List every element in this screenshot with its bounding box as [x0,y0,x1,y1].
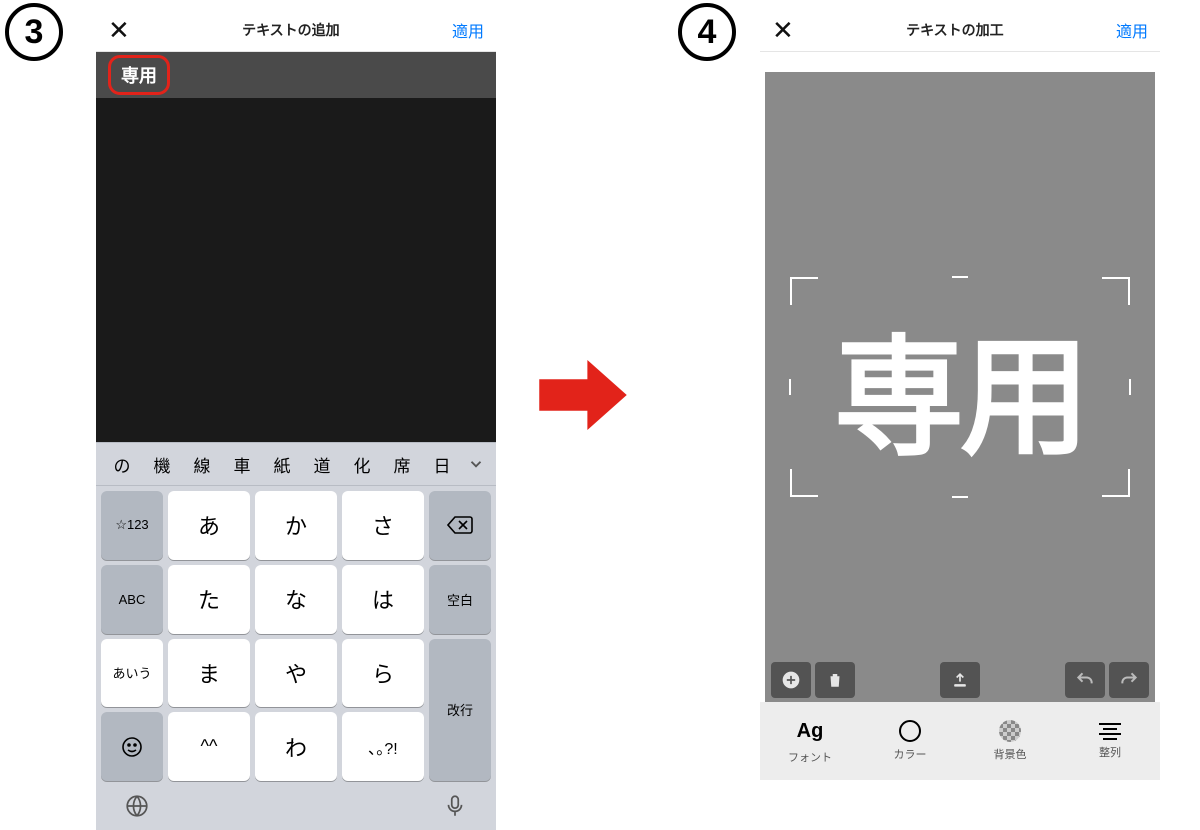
align-tab[interactable]: 整列 [1070,723,1150,760]
resize-handle-br[interactable] [1102,469,1130,497]
bgcolor-label: 背景色 [994,746,1027,762]
color-label: カラー [894,746,927,762]
page-title: テキストの加工 [906,20,1004,40]
text-style-canvas[interactable]: 専用 [765,72,1155,702]
step-badge-3: 3 [5,3,63,61]
kana-key[interactable]: ､｡?! [342,712,424,781]
key-kana-toggle[interactable]: あいう [101,639,163,708]
format-bar: Ag フォント カラー 背景色 整列 [760,702,1160,780]
globe-icon[interactable] [124,793,150,824]
canvas-text: 専用 [834,293,1086,481]
resize-handle-bottom[interactable] [952,496,968,498]
redo-button[interactable] [1109,662,1149,698]
kana-key[interactable]: か [255,491,337,560]
apply-button[interactable]: 適用 [1116,18,1148,42]
suggestion-item[interactable]: の [102,452,142,477]
page-title: テキストの追加 [242,20,340,40]
kana-key[interactable]: さ [342,491,424,560]
microphone-icon[interactable] [442,793,468,824]
kana-keyboard: ☆123 あ か さ ABC た な は 空白 あいう ま や ら 改行 ^^ … [96,486,496,786]
color-tab[interactable]: カラー [870,720,950,762]
resize-handle-bl[interactable] [790,469,818,497]
delete-button[interactable] [815,662,855,698]
checker-circle-icon [999,720,1021,742]
add-button[interactable] [771,662,811,698]
keyboard-suggestion-bar: の 機 線 車 紙 道 化 席 日 [96,442,496,486]
canvas-toolbar [765,658,1155,702]
suggestion-item[interactable]: 席 [382,452,422,477]
kana-key[interactable]: や [255,639,337,708]
resize-handle-right[interactable] [1129,379,1131,395]
enter-key[interactable]: 改行 [429,639,491,782]
kana-key[interactable]: わ [255,712,337,781]
selection-frame[interactable]: 専用 [790,277,1130,497]
topbar: ✕ テキストの加工 適用 [760,8,1160,52]
kana-key[interactable]: ま [168,639,250,708]
font-tab[interactable]: Ag フォント [770,717,850,765]
kana-key[interactable]: あ [168,491,250,560]
keyboard-up-button[interactable] [940,662,980,698]
keyboard-bottom-bar [96,786,496,830]
close-icon[interactable]: ✕ [108,17,130,43]
suggestion-item[interactable]: 車 [222,452,262,477]
kana-key[interactable]: ^^ [168,712,250,781]
suggestion-item[interactable]: 道 [302,452,342,477]
space-key[interactable]: 空白 [429,565,491,634]
text-input-strip[interactable]: 専用 [96,52,496,98]
resize-handle-top[interactable] [952,276,968,278]
close-icon[interactable]: ✕ [772,17,794,43]
next-arrow-icon [538,360,628,430]
circle-outline-icon [899,720,921,742]
step-badge-4: 4 [678,3,736,61]
topbar: ✕ テキストの追加 適用 [96,8,496,52]
backspace-key[interactable] [429,491,491,560]
entered-text-highlight: 専用 [108,55,170,95]
kana-key[interactable]: は [342,565,424,634]
suggestion-item[interactable]: 機 [142,452,182,477]
phone-screen-step3: ✕ テキストの追加 適用 専用 の 機 線 車 紙 道 化 席 日 ☆123 あ… [96,8,496,788]
resize-handle-tl[interactable] [790,277,818,305]
text-canvas[interactable]: 専用 [96,52,496,442]
apply-button[interactable]: 適用 [452,18,484,42]
suggestion-item[interactable]: 日 [422,452,462,477]
resize-handle-tr[interactable] [1102,277,1130,305]
emoji-key[interactable] [101,712,163,781]
bgcolor-tab[interactable]: 背景色 [970,720,1050,762]
align-label: 整列 [1099,744,1121,760]
key-abc[interactable]: ABC [101,565,163,634]
resize-handle-left[interactable] [789,379,791,395]
kana-key[interactable]: な [255,565,337,634]
suggestion-item[interactable]: 線 [182,452,222,477]
kana-key[interactable]: た [168,565,250,634]
chevron-down-icon[interactable] [462,455,490,473]
font-icon: Ag [796,717,824,745]
suggestion-item[interactable]: 化 [342,452,382,477]
align-center-icon [1099,723,1121,740]
phone-screen-step4: ✕ テキストの加工 適用 専用 [760,8,1160,788]
kana-key[interactable]: ら [342,639,424,708]
suggestion-item[interactable]: 紙 [262,452,302,477]
undo-button[interactable] [1065,662,1105,698]
font-label: フォント [788,749,832,765]
key-numsym[interactable]: ☆123 [101,491,163,560]
